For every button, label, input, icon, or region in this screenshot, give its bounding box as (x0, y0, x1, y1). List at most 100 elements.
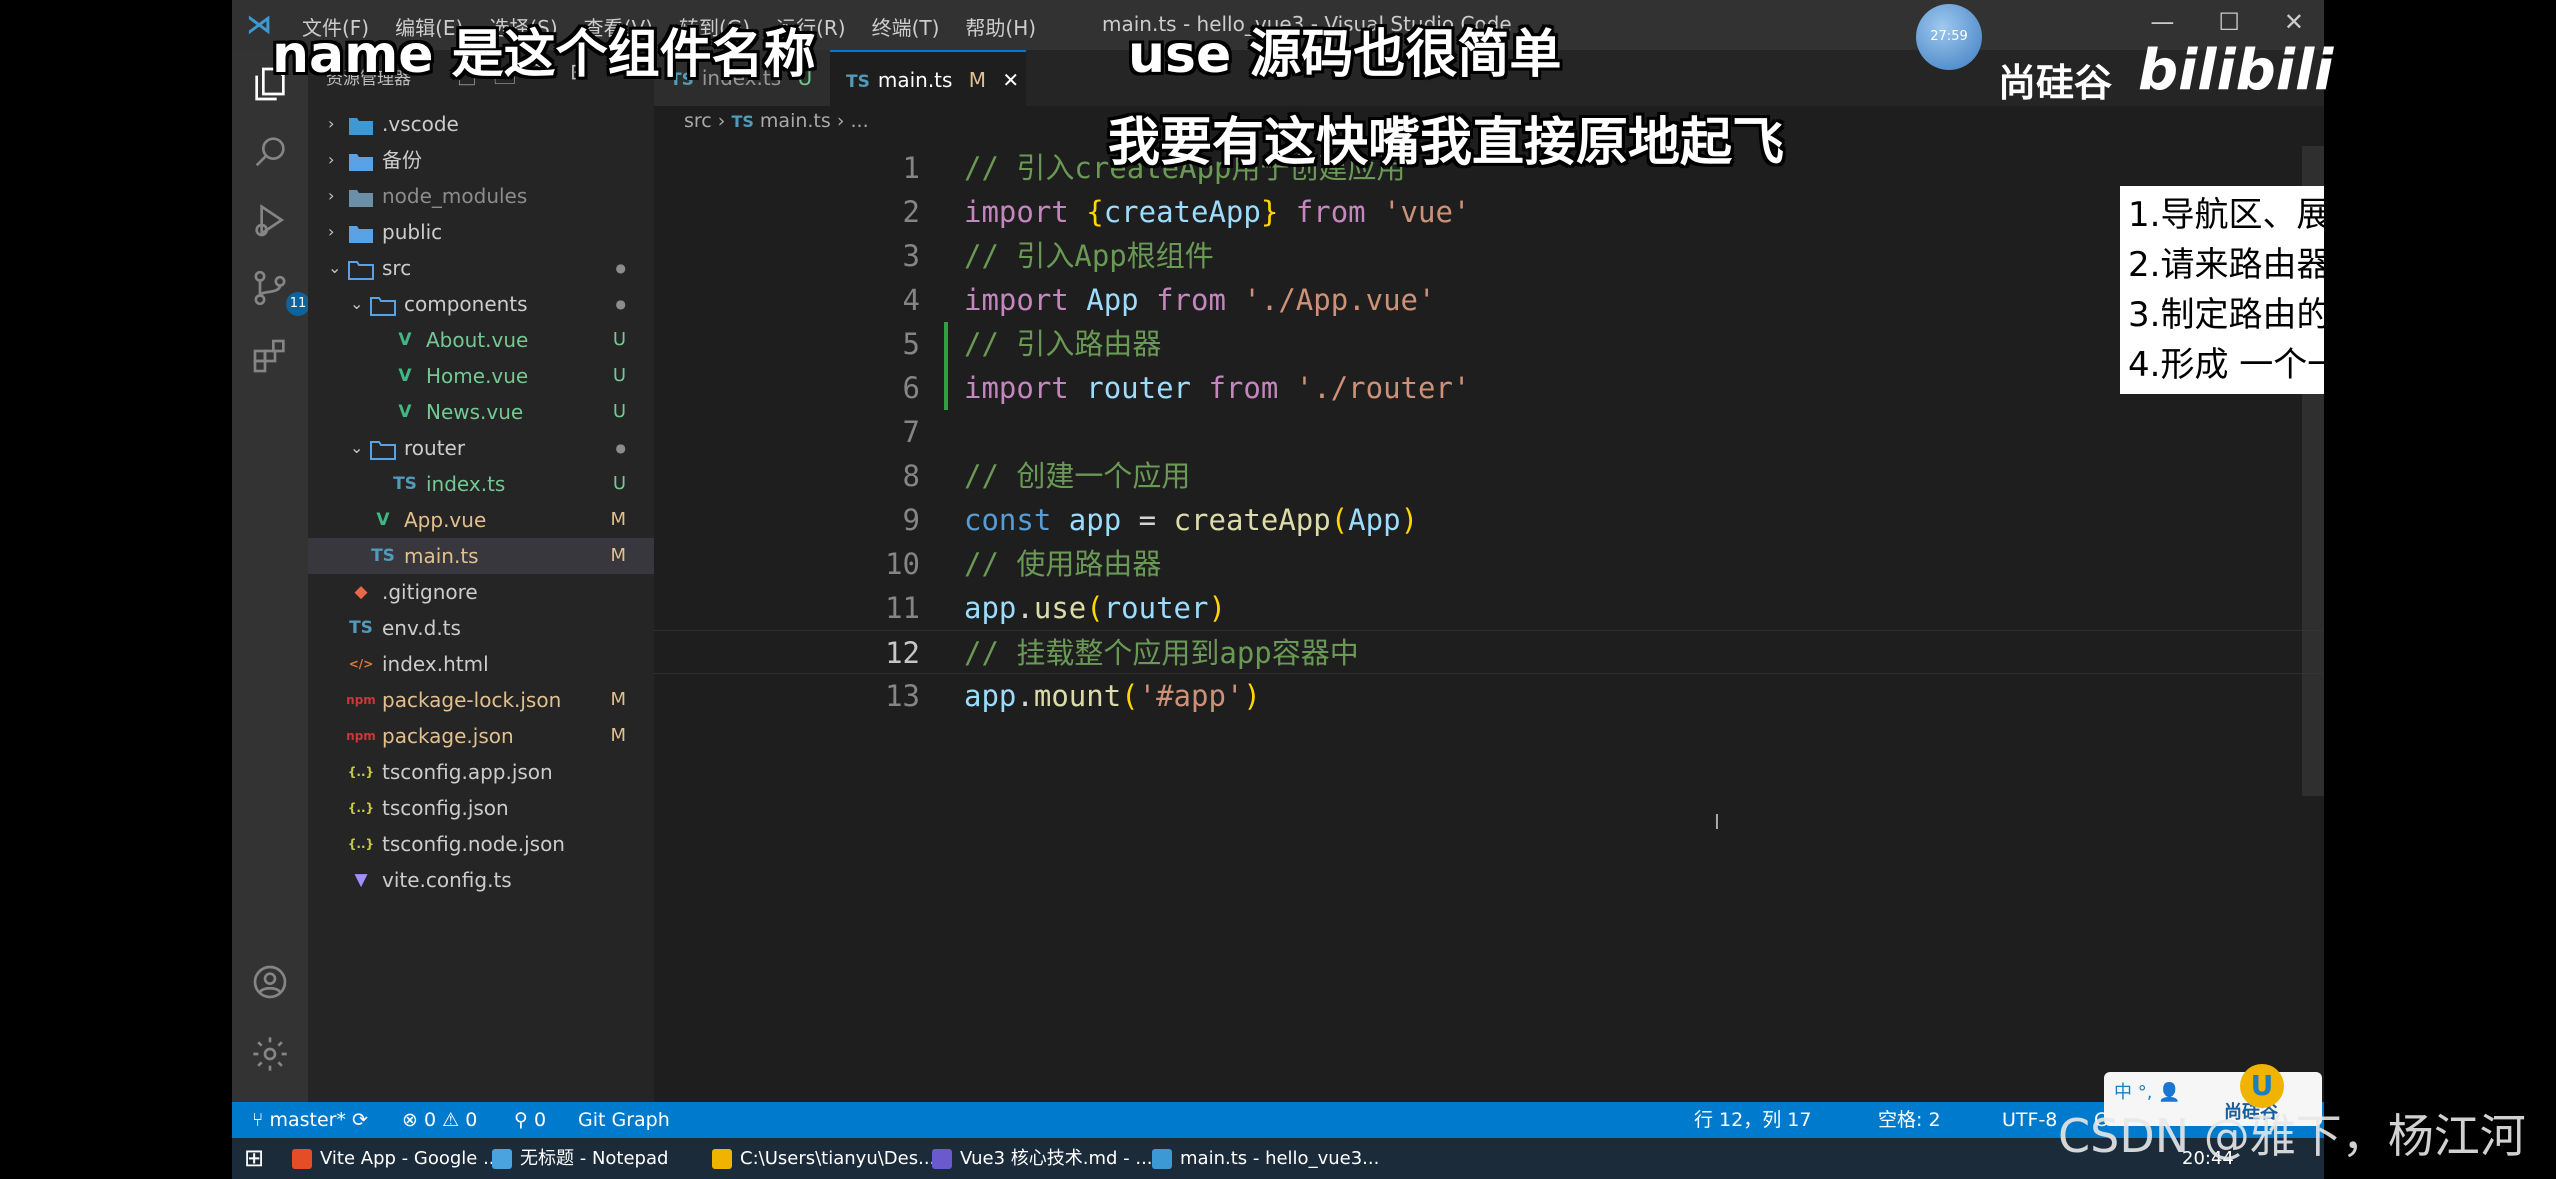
chevron-right-icon[interactable]: › (328, 106, 348, 142)
extensions-icon[interactable] (250, 336, 290, 376)
tree-file[interactable]: V App.vue M (308, 502, 654, 538)
menu-item[interactable]: 终端(T) (872, 12, 940, 41)
ports-status[interactable]: ⚲ 0 (514, 1102, 546, 1138)
ts-file-icon: TS (349, 618, 373, 638)
search-icon[interactable] (250, 132, 290, 172)
source-control-icon[interactable]: 11 (250, 268, 310, 316)
indentation[interactable]: 空格: 2 (1878, 1102, 1941, 1138)
tree-file[interactable]: TS index.ts U (308, 466, 654, 502)
taskbar-item[interactable]: Vite App - Google ... (292, 1138, 500, 1179)
encoding[interactable]: UTF-8 (2002, 1102, 2057, 1138)
chevron-down-icon[interactable]: ⌄ (350, 286, 370, 322)
explorer-sidebar: 资源管理器 🗋 🗀 ↻ ⊟ › .vscode › 备份 › node_modules › p… (308, 50, 654, 1102)
json-file-icon: {..} (347, 837, 375, 851)
code-line[interactable]: 2 import {createApp} from 'vue' (654, 190, 2324, 234)
chevron-right-icon[interactable]: › (328, 178, 348, 214)
tree-file[interactable]: ▼ vite.config.ts (308, 862, 654, 898)
json-file-icon: {..} (347, 801, 375, 815)
breadcrumb-file[interactable]: main.ts (760, 110, 831, 132)
code-text: const app = createApp(App) (964, 498, 1418, 542)
branch-name: master* (269, 1109, 346, 1131)
code-line[interactable]: 4 import App from './App.vue' (654, 278, 2324, 322)
tree-file[interactable]: TS main.ts M (308, 538, 654, 574)
code-editor[interactable]: 1// 引入createApp用于创建应用 2 import {createApp}… (654, 146, 2324, 718)
folder-icon (368, 286, 398, 322)
minimize-icon[interactable]: — (2150, 8, 2174, 36)
git-status: U (612, 473, 626, 494)
code-line[interactable]: 11 app.use(router) (654, 586, 2324, 630)
code-line[interactable]: 12 // 挂载整个应用到app容器中 (654, 630, 2324, 674)
line-number: 2 (902, 195, 920, 229)
taskbar-item-label: main.ts - hello_vue3... (1180, 1148, 1380, 1169)
tree-file[interactable]: npm package-lock.json M (308, 682, 654, 718)
code-text: // 挂载整个应用到app容器中 (964, 631, 1359, 675)
close-icon[interactable]: ✕ (2284, 8, 2304, 36)
tree-file[interactable]: </> index.html (308, 646, 654, 682)
code-line[interactable]: 13 app.mount('#app') (654, 674, 2324, 718)
code-line[interactable]: 7 (654, 410, 2324, 454)
ports-count: 0 (533, 1109, 547, 1131)
tree-file[interactable]: {..} tsconfig.app.json (308, 754, 654, 790)
windows-start-icon[interactable]: ⊞ (244, 1138, 264, 1179)
cursor-position[interactable]: 行 12，列 17 (1694, 1102, 1811, 1138)
code-token: createApp (1103, 195, 1261, 229)
code-line[interactable]: 6 import router from './router' (654, 366, 2324, 410)
breadcrumb-symbols[interactable]: ... (850, 110, 868, 132)
tree-folder[interactable]: › public (308, 214, 654, 250)
sync-icon[interactable]: ⟳ (352, 1109, 368, 1131)
tree-file[interactable]: TS env.d.ts (308, 610, 654, 646)
tree-file[interactable]: npm package.json M (308, 718, 654, 754)
chevron-down-icon[interactable]: ⌄ (350, 430, 370, 466)
taskbar-item[interactable]: C:\Users\tianyu\Des... (712, 1138, 935, 1179)
tree-folder[interactable]: › node_modules (308, 178, 654, 214)
close-tab-icon[interactable]: ✕ (1002, 68, 1019, 92)
run-debug-icon[interactable] (250, 200, 290, 240)
tree-folder[interactable]: › .vscode (308, 106, 654, 142)
chevron-right-icon[interactable]: › (328, 214, 348, 250)
chevron-right-icon[interactable]: › (328, 142, 348, 178)
tree-file[interactable]: V About.vue U (308, 322, 654, 358)
code-line[interactable]: 8 // 创建一个应用 (654, 454, 2324, 498)
settings-gear-icon[interactable] (250, 1034, 290, 1074)
problems-status[interactable]: ⊗ 0 ⚠ 0 (402, 1102, 477, 1138)
code-line[interactable]: 9 const app = createApp(App) (654, 498, 2324, 542)
tree-item-label: Home.vue (426, 364, 529, 388)
line-number: 8 (902, 459, 920, 493)
breadcrumb-folder[interactable]: src (684, 110, 712, 132)
tree-item-label: public (382, 220, 443, 244)
tree-file[interactable]: V News.vue U (308, 394, 654, 430)
ts-file-icon: TS (846, 72, 870, 92)
chevron-down-icon[interactable]: ⌄ (328, 250, 348, 286)
code-line[interactable]: 3 // 引入App根组件 (654, 234, 2324, 278)
git-graph-button[interactable]: Git Graph (578, 1102, 670, 1138)
tree-file[interactable]: {..} tsconfig.json (308, 790, 654, 826)
line-number: 6 (902, 371, 920, 405)
maximize-icon[interactable]: ☐ (2218, 8, 2240, 36)
code-line[interactable]: 5 // 引入路由器 (654, 322, 2324, 366)
tree-folder[interactable]: ⌄ src ● (308, 250, 654, 286)
taskbar-item[interactable]: Vue3 核心技术.md - ... (932, 1138, 1153, 1179)
menu-item[interactable]: 帮助(H) (965, 12, 1036, 41)
branch-status[interactable]: ⑂ master* ⟳ (252, 1102, 368, 1138)
account-icon[interactable] (250, 962, 290, 1002)
editor-area: TS index.ts U TS main.ts M ✕ src › TS main… (654, 50, 2324, 1102)
tree-file[interactable]: {..} tsconfig.node.json (308, 826, 654, 862)
taskbar-item[interactable]: 无标题 - Notepad (492, 1138, 668, 1179)
tab-main-ts[interactable]: TS main.ts M ✕ (830, 50, 1026, 106)
code-token: from (1208, 371, 1279, 405)
tree-file[interactable]: V Home.vue U (308, 358, 654, 394)
tree-file[interactable]: ◆ .gitignore (308, 574, 654, 610)
tree-folder[interactable]: › 备份 (308, 142, 654, 178)
code-line[interactable]: 10 // 使用路由器 (654, 542, 2324, 586)
tree-item-label: src (382, 256, 412, 280)
tree-folder[interactable]: ⌄ router ● (308, 430, 654, 466)
tree-folder[interactable]: ⌄ components ● (308, 286, 654, 322)
taskbar-item[interactable]: main.ts - hello_vue3... (1152, 1138, 1379, 1179)
tree-item-label: index.ts (426, 472, 506, 496)
ts-file-icon: TS (371, 546, 395, 566)
tree-item-label: env.d.ts (382, 616, 461, 640)
